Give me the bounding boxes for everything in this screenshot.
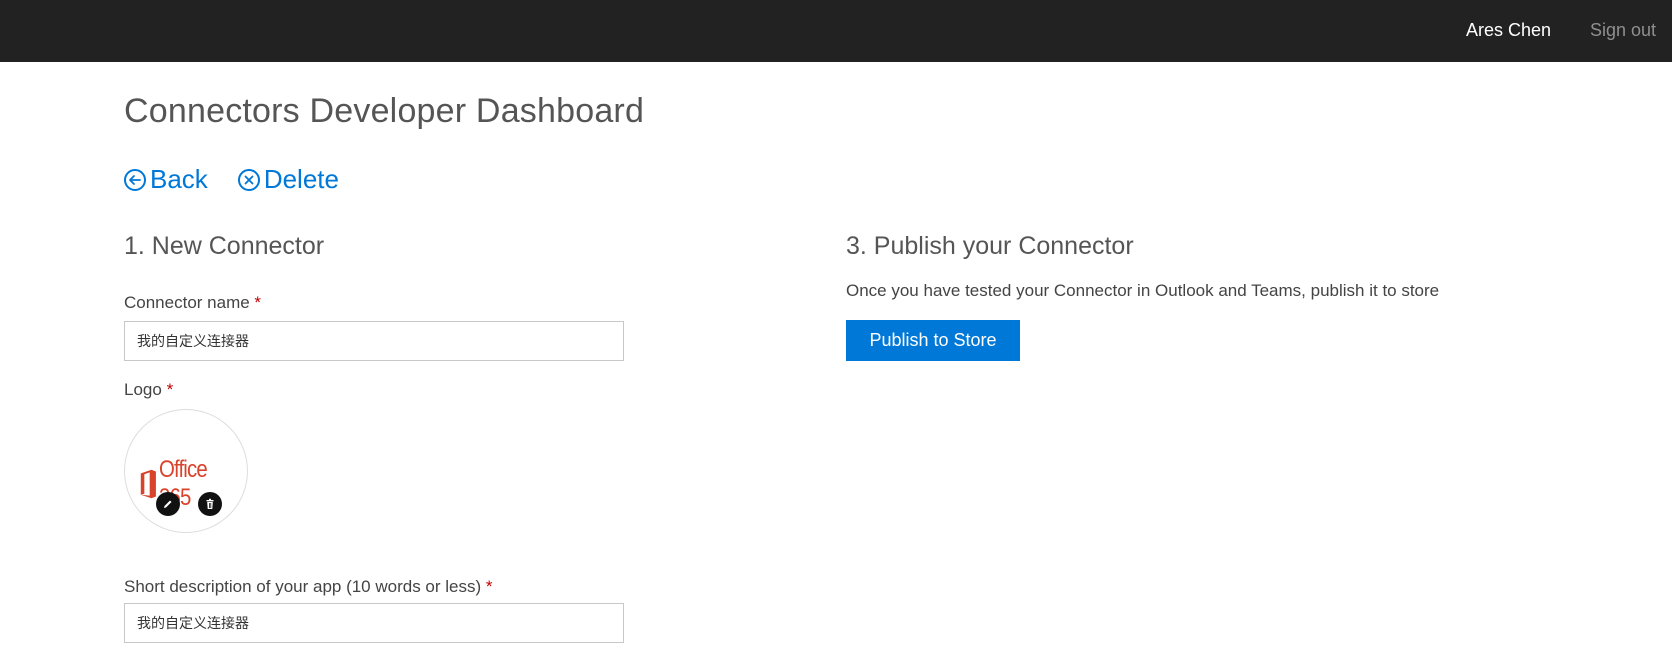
x-circle-icon: [237, 168, 260, 191]
short-description-label-text: Short description of your app (10 words …: [124, 577, 482, 596]
logo-label: Logo *: [124, 380, 173, 400]
back-label: Back: [150, 164, 208, 194]
publish-to-store-button[interactable]: Publish to Store: [846, 320, 1020, 361]
connector-name-input[interactable]: [124, 321, 624, 361]
office-logo-icon: [140, 469, 156, 499]
trash-icon: [206, 498, 214, 509]
short-description-label: Short description of your app (10 words …: [124, 577, 493, 597]
logo-preview: Office 365: [124, 409, 248, 533]
top-navbar: Ares Chen Sign out: [0, 0, 1672, 62]
page-title: Connectors Developer Dashboard: [124, 92, 645, 130]
sign-out-link[interactable]: Sign out: [1590, 20, 1656, 41]
publish-heading: 3. Publish your Connector: [846, 232, 1134, 260]
delete-link[interactable]: Delete: [237, 164, 339, 195]
required-marker: *: [485, 577, 493, 596]
remove-logo-button[interactable]: [198, 492, 222, 516]
delete-label: Delete: [263, 164, 339, 194]
user-name[interactable]: Ares Chen: [1466, 20, 1551, 41]
required-marker: *: [166, 380, 174, 399]
connector-name-label-text: Connector name: [124, 293, 250, 312]
publish-description: Once you have tested your Connector in O…: [846, 281, 1440, 300]
new-connector-heading: 1. New Connector: [124, 232, 325, 260]
arrow-left-circle-icon: [124, 168, 146, 191]
pencil-icon: [164, 500, 172, 508]
connector-name-label: Connector name *: [124, 293, 261, 313]
logo-label-text: Logo: [124, 380, 162, 399]
action-links: Back Delete: [124, 164, 339, 195]
edit-logo-button[interactable]: [156, 492, 180, 516]
short-description-input[interactable]: [124, 603, 624, 643]
back-link[interactable]: Back: [124, 164, 208, 195]
required-marker: *: [254, 293, 262, 312]
